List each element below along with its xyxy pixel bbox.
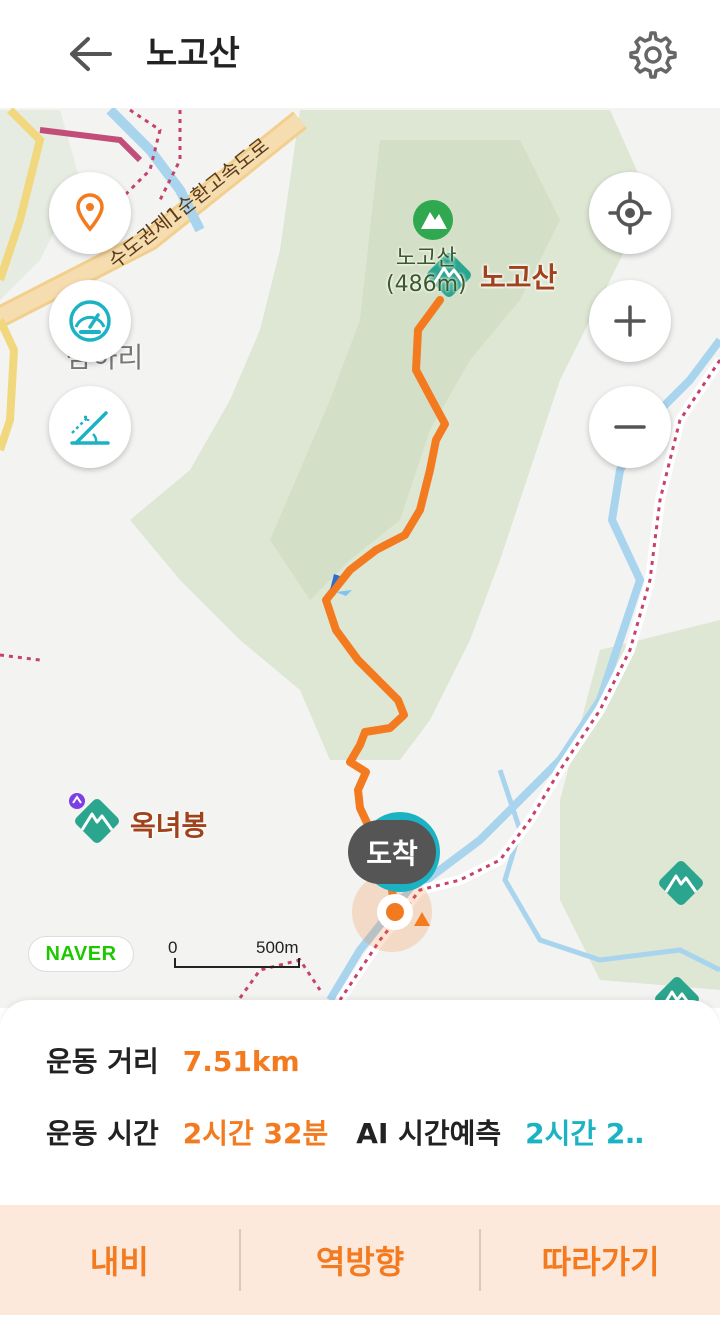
arrow-left-icon (70, 37, 112, 71)
speed-button[interactable] (49, 280, 131, 362)
distance-row: 운동 거리 7.51km (46, 1040, 300, 1080)
zoom-in-icon (614, 305, 646, 337)
ai-label: AI 시간예측 (356, 1117, 502, 1150)
peak-marker-icon[interactable] (652, 854, 710, 912)
follow-button[interactable]: 따라가기 (481, 1205, 720, 1315)
scale-start: 0 (168, 938, 178, 957)
distance-label: 운동 거리 (46, 1045, 159, 1078)
reverse-button[interactable]: 역방향 (241, 1205, 480, 1315)
badge-icon (69, 793, 85, 809)
scale-distance: 500m (256, 938, 299, 957)
time-value: 2시간 32분 (182, 1117, 329, 1150)
zoom-out-button[interactable] (589, 386, 671, 468)
scale-bar (174, 958, 300, 968)
peak-main-label: 노고산 (480, 261, 558, 294)
my-location-button[interactable] (589, 172, 671, 254)
trail-map[interactable]: 수도권제1순환고속도로 삼하리 노고산 (486m) 노고산 옥녀봉 (0, 108, 720, 1008)
peak-secondary-label: 옥녀봉 (130, 809, 208, 842)
slope-icon (70, 411, 110, 445)
peak-small-label: 노고산 (486m) (386, 246, 467, 297)
action-bar: 내비 역방향 따라가기 (0, 1205, 720, 1315)
settings-button[interactable] (626, 28, 680, 82)
slope-button[interactable] (49, 386, 131, 468)
gear-icon (629, 31, 677, 79)
location-pin-icon (76, 193, 104, 232)
time-row: 운동 시간 2시간 32분 AI 시간예측 2시간 2‥ (46, 1112, 644, 1152)
location-button[interactable] (49, 172, 131, 254)
my-location-icon (608, 191, 652, 235)
map-scale: 0 500m (168, 934, 318, 974)
time-label: 운동 시간 (46, 1117, 159, 1150)
zoom-in-button[interactable] (589, 280, 671, 362)
zoom-out-icon (614, 425, 646, 429)
app-header: 노고산 (0, 0, 720, 108)
arrive-marker[interactable]: 도착 (348, 820, 436, 884)
naver-logo: NAVER (28, 936, 134, 972)
page-title: 노고산 (146, 34, 240, 74)
back-button[interactable] (62, 30, 118, 78)
nav-button[interactable]: 내비 (0, 1205, 239, 1315)
ai-value: 2시간 2‥ (525, 1117, 645, 1150)
speedometer-icon (69, 300, 111, 342)
distance-value: 7.51km (182, 1045, 300, 1078)
